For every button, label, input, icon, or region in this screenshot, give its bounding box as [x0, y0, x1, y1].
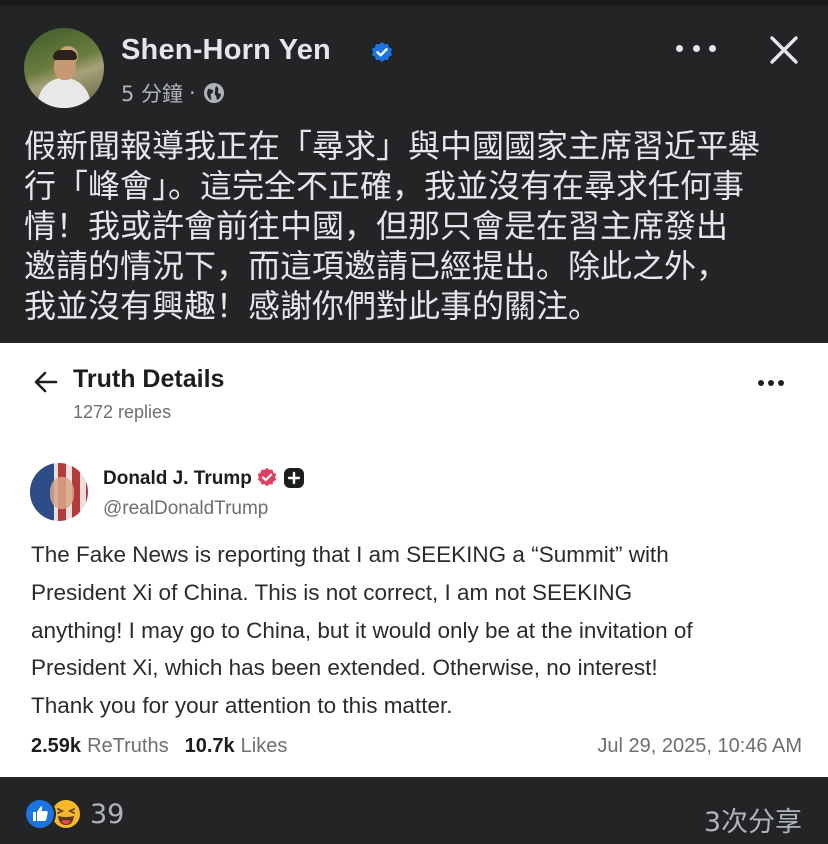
share-count[interactable]: 3次分享 [704, 800, 802, 839]
post-text-line: 邀請的情況下，而這項邀請已經提出。除此之外， [24, 247, 729, 285]
post-text-line: 行「峰會」。這完全不正確，我並沒有在尋求任何事 [24, 167, 745, 205]
post-text-line: 我並沒有興趣！感謝你們對此事的關注。 [24, 287, 601, 325]
post-header: Shen-Horn Yen 5 分鐘 · [0, 0, 828, 118]
truth-date: Jul 29, 2025, 10:46 AM [597, 735, 802, 757]
truth-author-name: Donald J. Trump [103, 468, 252, 489]
truth-stats: 2.59k ReTruths 10.7k Likes [31, 735, 287, 758]
reactions-summary[interactable]: 39 [24, 798, 124, 830]
meta-separator: · [189, 81, 196, 105]
globe-icon [203, 83, 224, 103]
embedded-screenshot[interactable]: Truth Details 1272 replies Donald J. Tru… [0, 343, 828, 777]
replies-count: 1272 replies [73, 402, 172, 422]
like-reaction-icon [24, 798, 56, 830]
embed-more-icon [758, 380, 784, 388]
post-text-line: 情！我或許會前往中國，但那只會是在習主席發出 [24, 207, 729, 245]
truth-body-line: President Xi of China. This is not corre… [31, 579, 633, 605]
back-arrow-icon [34, 371, 58, 393]
retruths-count: 2.59k [31, 735, 82, 757]
more-options-icon[interactable] [676, 38, 716, 58]
post-text: 假新聞報導我正在「尋求」與中國國家主席習近平舉 行「峰會」。這完全不正確，我並沒… [24, 126, 814, 326]
post-time[interactable]: 5 分鐘 [121, 78, 183, 108]
truth-body-line: anything! I may go to China, but it woul… [31, 617, 693, 643]
post-text-line: 假新聞報導我正在「尋求」與中國國家主席習近平舉 [24, 127, 761, 165]
truth-body-line: President Xi, which has been extended. O… [31, 655, 658, 681]
truth-plus-icon [284, 468, 304, 488]
retruths-label: ReTruths [87, 735, 169, 757]
reaction-count: 39 [90, 798, 125, 830]
truth-verified-icon [257, 467, 277, 487]
author-name[interactable]: Shen-Horn Yen [121, 34, 331, 67]
truth-body-line: Thank you for your attention to this mat… [31, 693, 453, 719]
truth-body-line: The Fake News is reporting that I am SEE… [31, 542, 669, 567]
likes-label: Likes [240, 735, 288, 757]
post-meta: 5 分鐘 · [121, 78, 226, 108]
truth-details-title: Truth Details [73, 365, 225, 393]
close-icon[interactable] [768, 34, 800, 66]
truth-author-avatar [30, 463, 88, 521]
truth-author-handle: @realDonaldTrump [103, 498, 269, 519]
author-avatar[interactable] [24, 28, 104, 108]
verified-badge-icon [372, 42, 392, 62]
truth-body: The Fake News is reporting that I am SEE… [31, 536, 811, 725]
likes-count: 10.7k [184, 735, 235, 757]
